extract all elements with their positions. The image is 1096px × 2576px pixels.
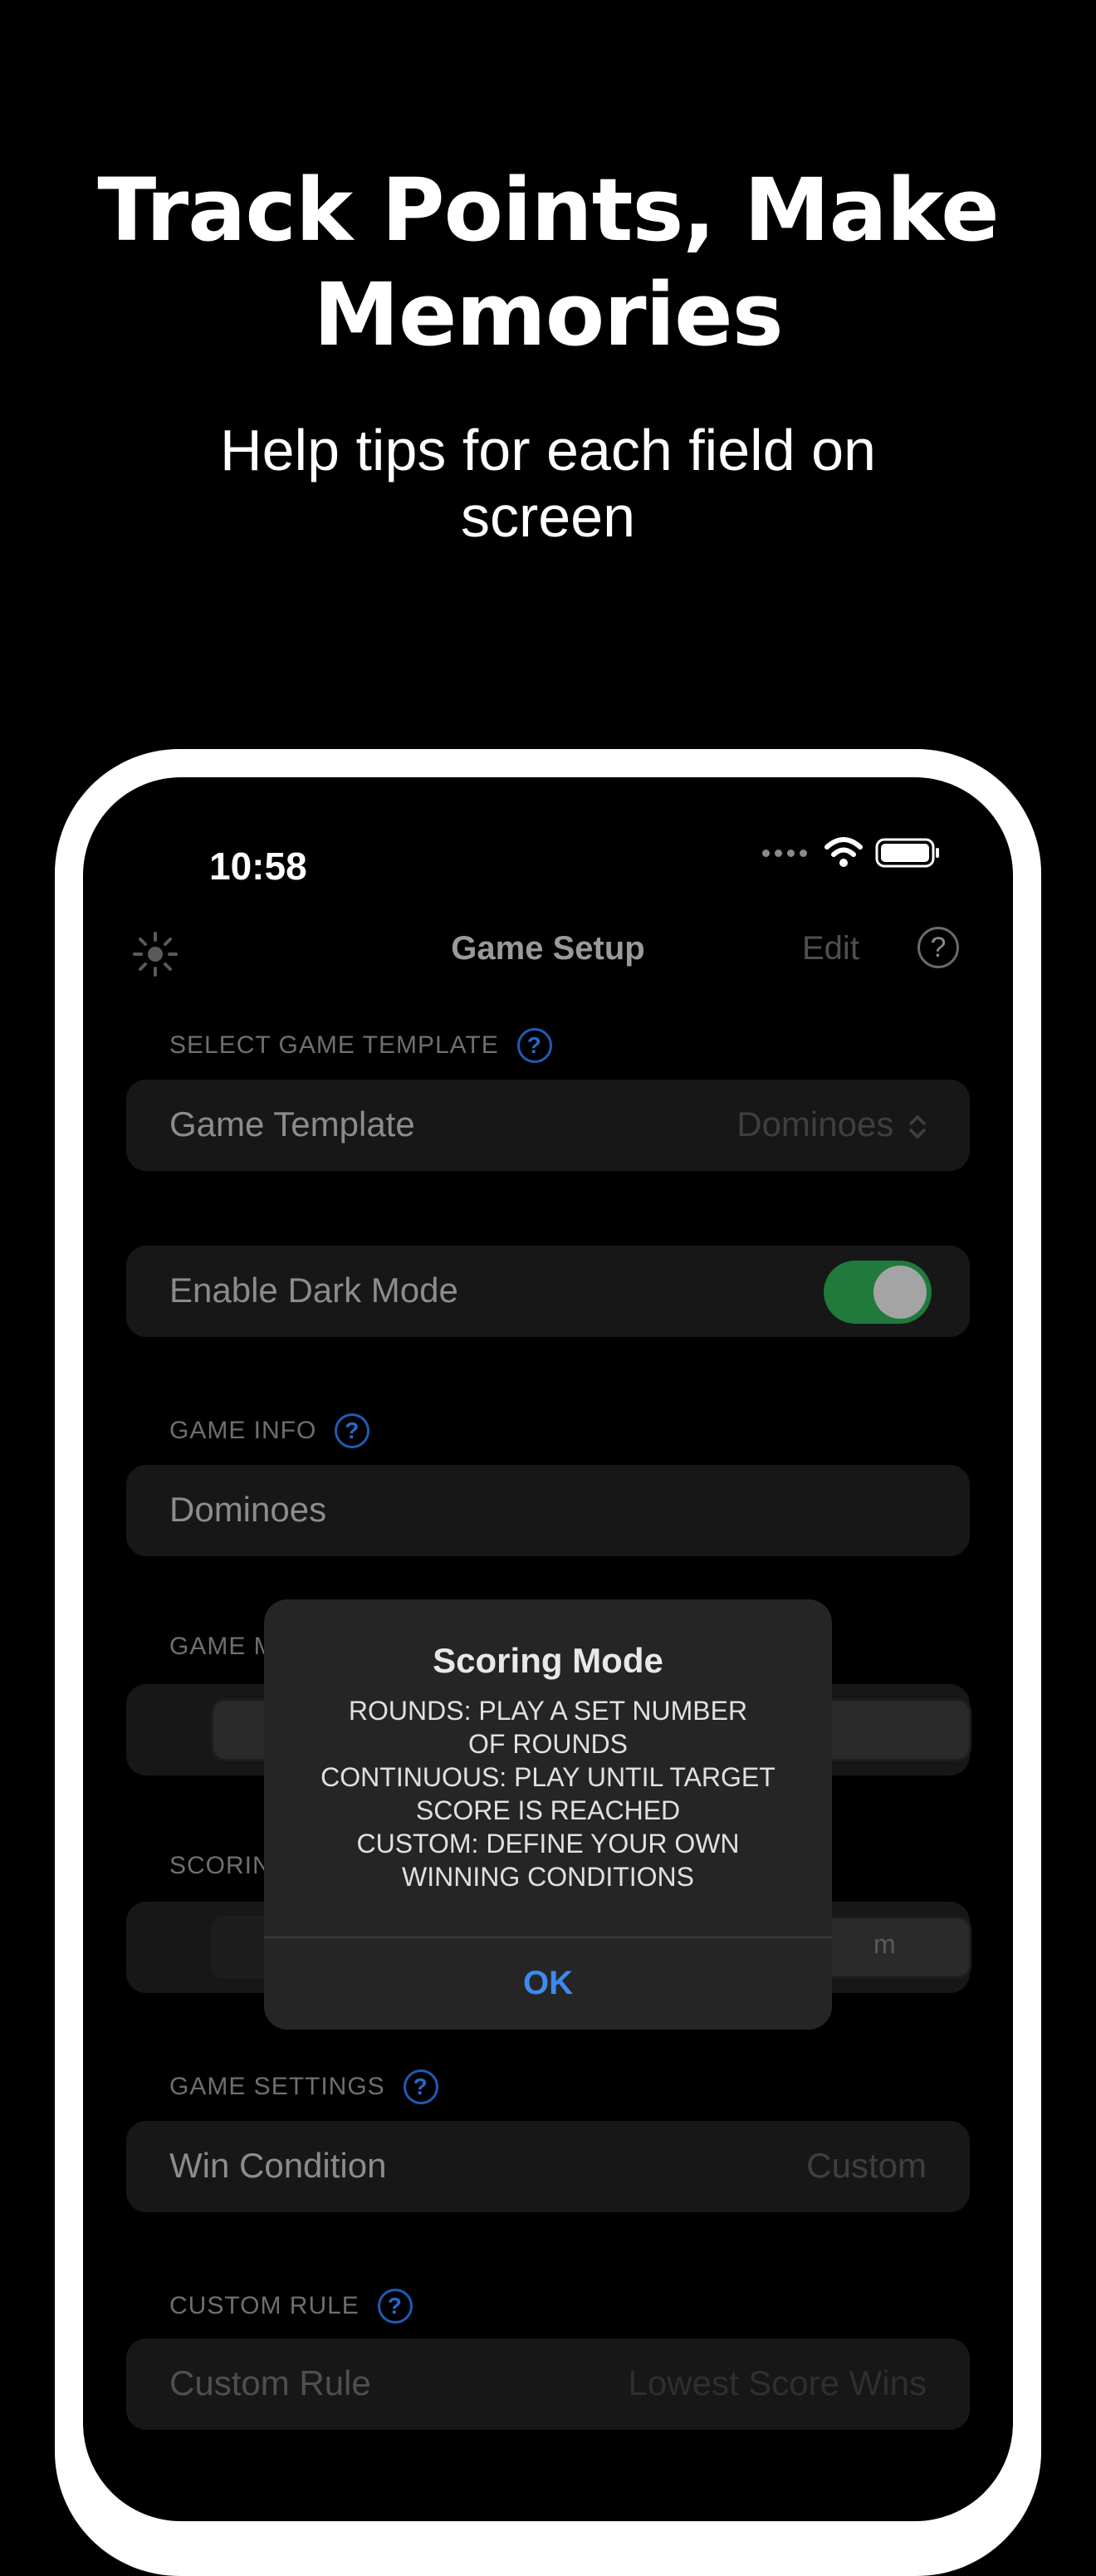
game-name-field[interactable]: Dominoes bbox=[126, 1465, 970, 1556]
win-condition-row[interactable]: Win Condition Custom bbox=[126, 2121, 970, 2212]
game-settings-help-icon[interactable]: ? bbox=[403, 2069, 438, 2104]
headline-line-1: Track Points, Make bbox=[97, 159, 999, 261]
win-condition-label: Win Condition bbox=[169, 2146, 387, 2185]
section-header-game-mode-label: GAME M bbox=[169, 1633, 276, 1660]
section-header-template-label: SELECT GAME TEMPLATE bbox=[169, 1031, 499, 1059]
section-header-game-mode: GAME M bbox=[169, 1633, 276, 1661]
alert-message-line: CONTINUOUS: PLAY UNTIL TARGET bbox=[320, 1762, 776, 1792]
template-help-icon[interactable]: ? bbox=[516, 1028, 552, 1063]
alert-title: Scoring Mode bbox=[433, 1641, 663, 1680]
subheadline-line-1: Help tips for each field on bbox=[220, 418, 876, 482]
headline-line-2: Memories bbox=[313, 264, 783, 365]
dark-mode-toggle[interactable] bbox=[824, 1261, 932, 1324]
cellular-dots-icon bbox=[762, 849, 807, 857]
subheadline-line-2: screen bbox=[460, 484, 636, 549]
status-icons bbox=[762, 832, 942, 874]
game-name-value: Dominoes bbox=[169, 1490, 327, 1529]
section-header-custom-rule: CUSTOM RULE ? bbox=[169, 2289, 413, 2324]
wifi-icon bbox=[824, 837, 863, 867]
section-header-scoring: SCORIN bbox=[169, 1852, 272, 1880]
status-time: 10:58 bbox=[209, 845, 307, 888]
alert-message-line: WINNING CONDITIONS bbox=[402, 1862, 694, 1892]
win-condition-value: Custom bbox=[806, 2146, 927, 2185]
help-icon[interactable]: ? bbox=[917, 927, 959, 968]
toggle-knob bbox=[873, 1266, 927, 1319]
alert-message-line: OF ROUNDS bbox=[468, 1729, 628, 1759]
dark-mode-row: Enable Dark Mode bbox=[126, 1246, 970, 1337]
marketing-headline: Track Points, Make Memories bbox=[0, 158, 1096, 367]
alert-message-line: SCORE IS REACHED bbox=[415, 1795, 681, 1825]
custom-rule-help-icon[interactable]: ? bbox=[377, 2289, 413, 2324]
scoring-mode-alert: Scoring Mode ROUNDS: PLAY A SET NUMBER O… bbox=[264, 1599, 832, 2030]
custom-rule-label: Custom Rule bbox=[169, 2363, 371, 2402]
game-template-value: Dominoes bbox=[736, 1104, 927, 1144]
game-mode-segment-right[interactable] bbox=[815, 1701, 969, 1759]
battery-icon bbox=[875, 838, 939, 868]
section-header-custom-rule-label: CUSTOM RULE bbox=[169, 2292, 360, 2319]
section-header-game-info-label: GAME INFO bbox=[169, 1417, 317, 1444]
custom-rule-value: Lowest Score Wins bbox=[628, 2363, 927, 2402]
section-header-game-settings-label: GAME SETTINGS bbox=[169, 2073, 385, 2100]
alert-message-line: ROUNDS: PLAY A SET NUMBER bbox=[348, 1696, 748, 1726]
section-header-template: SELECT GAME TEMPLATE ? bbox=[169, 1028, 552, 1063]
marketing-subheadline: Help tips for each field on screen bbox=[0, 417, 1096, 550]
ok-button[interactable]: OK bbox=[264, 1937, 832, 2030]
game-info-help-icon[interactable]: ? bbox=[335, 1413, 370, 1448]
custom-rule-picker[interactable]: Custom Rule Lowest Score Wins bbox=[126, 2338, 970, 2430]
section-header-scoring-label: SCORIN bbox=[169, 1852, 272, 1879]
section-header-game-info: GAME INFO ? bbox=[169, 1413, 370, 1448]
dark-mode-label: Enable Dark Mode bbox=[169, 1271, 458, 1310]
alert-message: ROUNDS: PLAY A SET NUMBER OF ROUNDS CONT… bbox=[297, 1694, 799, 1893]
scoring-segment-right-label: m bbox=[873, 1929, 896, 1959]
scoring-segment-custom[interactable]: m bbox=[815, 1918, 969, 1976]
game-template-picker[interactable]: Game Template Dominoes bbox=[126, 1080, 970, 1171]
alert-message-line: CUSTOM: DEFINE YOUR OWN bbox=[356, 1829, 740, 1859]
chevron-updown-icon bbox=[909, 1114, 926, 1139]
edit-button[interactable]: Edit bbox=[802, 930, 859, 967]
navigation-bar: Game Setup Edit ? bbox=[83, 910, 1013, 993]
page-title: Game Setup bbox=[451, 930, 645, 967]
game-template-label: Game Template bbox=[169, 1104, 415, 1144]
section-header-game-settings: GAME SETTINGS ? bbox=[169, 2069, 438, 2104]
